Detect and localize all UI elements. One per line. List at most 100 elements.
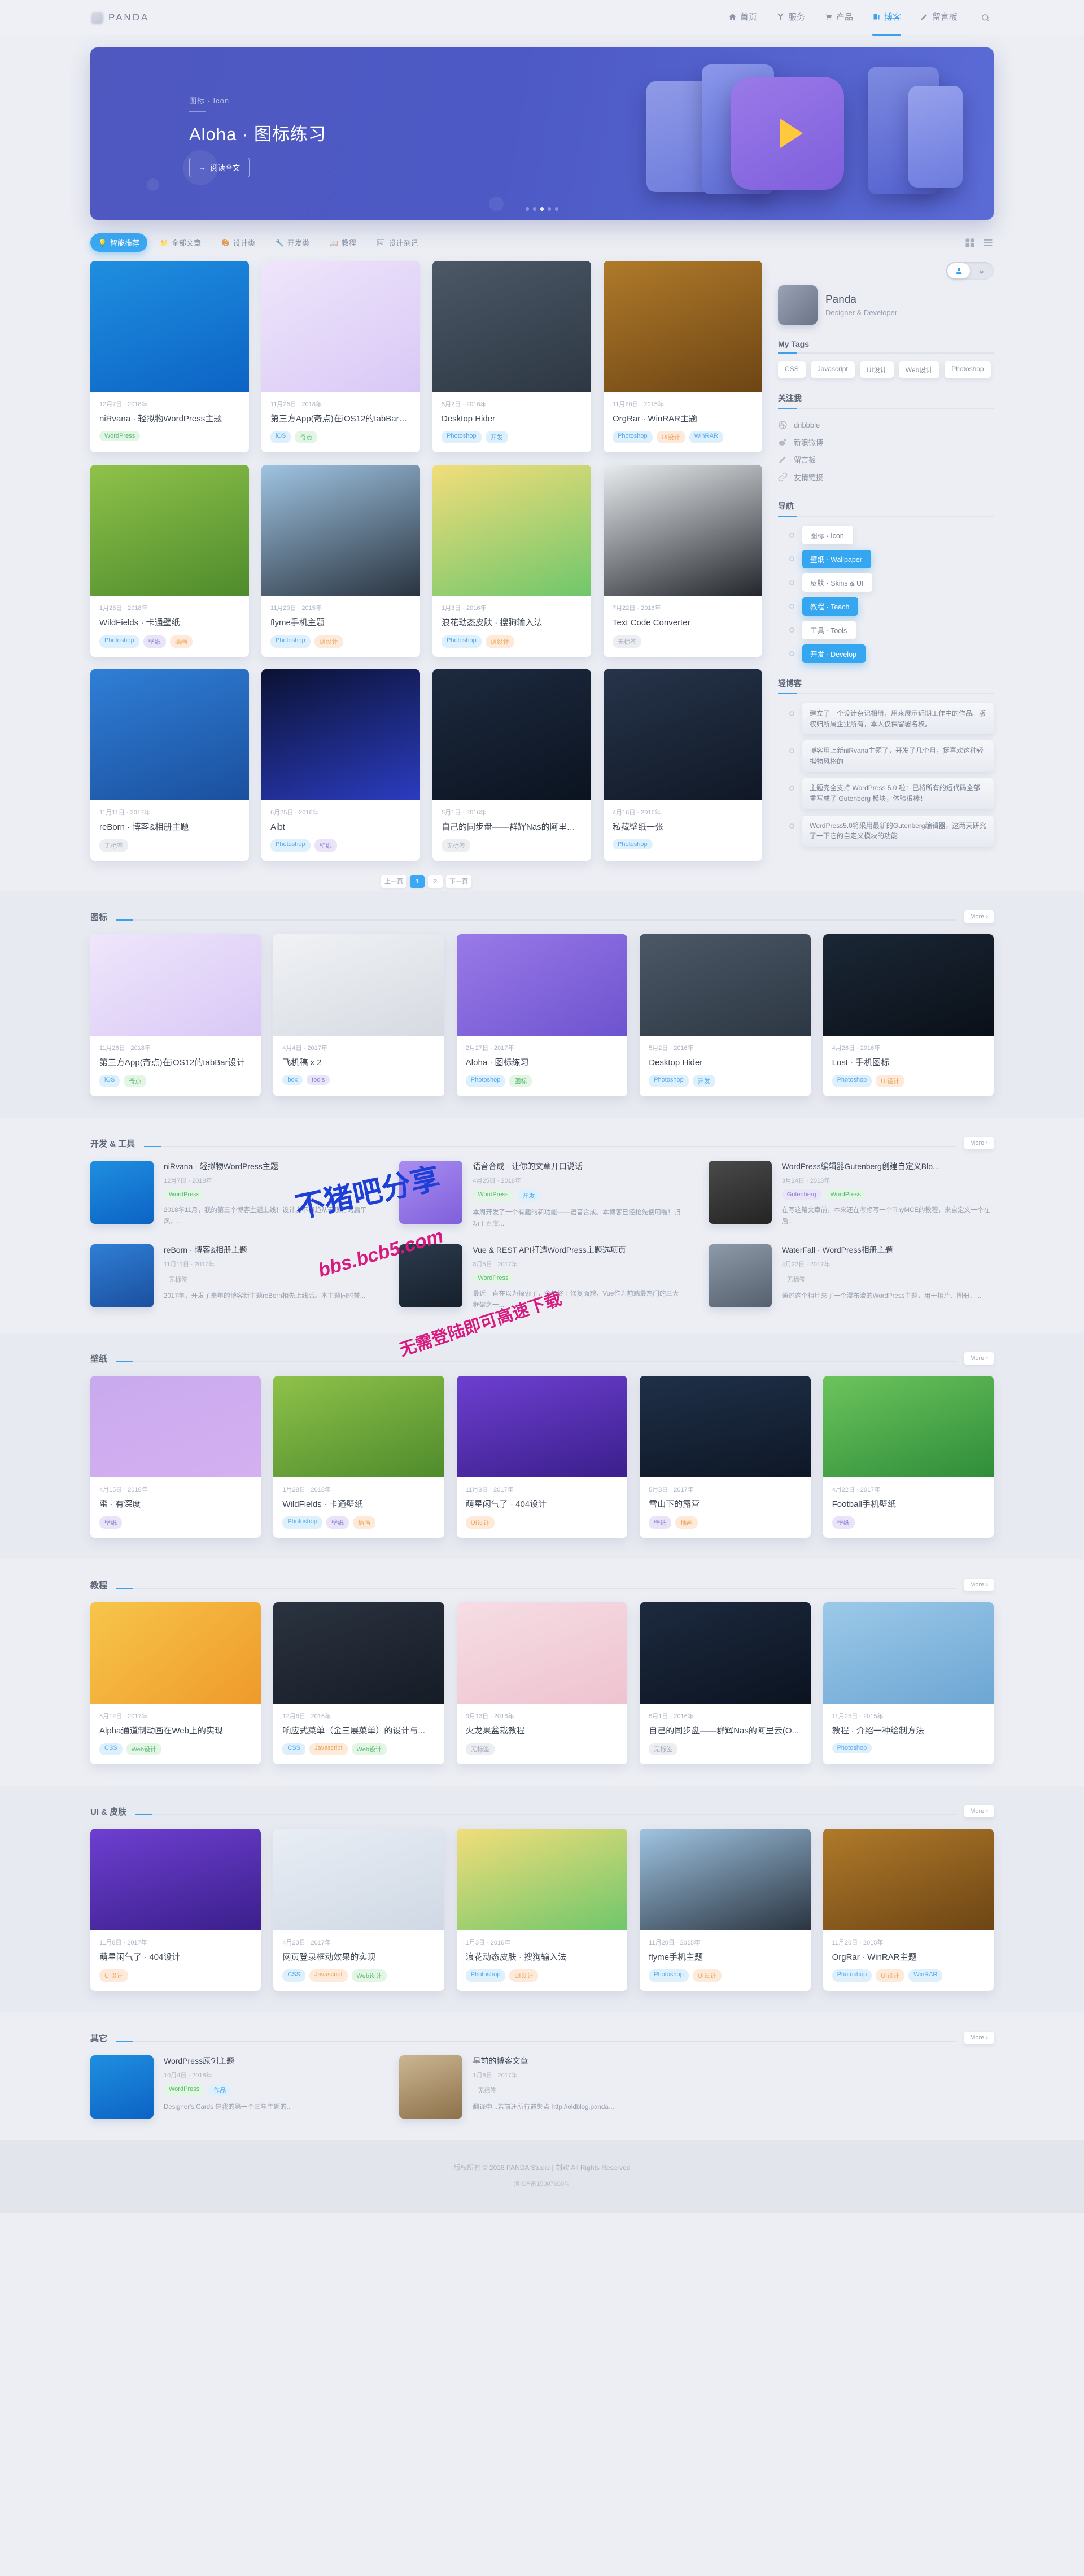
hero-banner[interactable]: 图标 · Icon Aloha · 图标练习 → 阅读全文 xyxy=(90,47,994,220)
tag[interactable]: box xyxy=(282,1075,303,1085)
tag[interactable]: 开发 xyxy=(693,1075,715,1087)
tag[interactable]: WordPress xyxy=(473,1273,513,1283)
list-view-icon[interactable] xyxy=(982,237,994,249)
search-button[interactable] xyxy=(977,9,994,26)
article-card[interactable]: 4月16日 · 2016年 私藏壁纸一张 Photoshop xyxy=(604,669,762,861)
filter-chip-design[interactable]: 🎨设计类 xyxy=(213,233,263,252)
nav-item-product[interactable]: 产品 xyxy=(824,11,853,25)
sidebar-nav-row[interactable]: 壁纸 · Wallpaper xyxy=(784,550,994,568)
article-card[interactable]: 11月26日 · 2018年 第三方App(奇点)在iOS12的tabBar设.… xyxy=(261,261,420,452)
tag[interactable]: 无标签 xyxy=(473,2084,501,2096)
article-card[interactable]: 4月23日 · 2017年 网页登录框动效果的实现 CSSJavascriptW… xyxy=(273,1829,444,1991)
tag[interactable]: UI设计 xyxy=(466,1516,495,1529)
article-card[interactable]: 4月4日 · 2017年 飞机稿 x 2 boxtools xyxy=(273,934,444,1096)
article-card[interactable]: 6月25日 · 2016年 Aibt Photoshop壁纸 xyxy=(261,669,420,861)
article-card[interactable]: 4月26日 · 2016年 Lost · 手机图标 PhotoshopUI设计 xyxy=(823,934,994,1096)
tag[interactable]: Photoshop xyxy=(99,635,139,648)
tag[interactable]: Photoshop xyxy=(270,635,311,648)
carousel-dot[interactable] xyxy=(533,207,536,211)
sidebar-nav-pill[interactable]: 壁纸 · Wallpaper xyxy=(802,550,871,568)
tag[interactable]: CSS xyxy=(282,1743,305,1755)
tag[interactable]: 壁纸 xyxy=(649,1516,671,1529)
sidebar-tag[interactable]: Web设计 xyxy=(899,361,939,378)
tag[interactable]: Web设计 xyxy=(126,1743,161,1755)
tag[interactable]: 开发 xyxy=(486,431,508,443)
tag[interactable]: Photoshop xyxy=(832,1969,872,1982)
tag[interactable]: Photoshop xyxy=(466,1075,506,1087)
tag[interactable]: WordPress xyxy=(164,1189,204,1200)
list-item[interactable]: WaterFall · WordPress相册主题 4月22日 · 2017年 … xyxy=(709,1244,994,1311)
page-button[interactable]: 2 xyxy=(428,875,443,888)
page-button[interactable]: 下一页 xyxy=(446,875,471,888)
section-more-button[interactable]: More › xyxy=(964,1137,994,1149)
list-item[interactable]: WordPress编辑器Gutenberg创建自定义Blo... 3月24日 ·… xyxy=(709,1161,994,1230)
sidebar-nav-row[interactable]: 皮肤 · Skins & UI xyxy=(784,573,994,592)
article-card[interactable]: 11月11日 · 2017年 reBorn · 博客&相册主题 无标签 xyxy=(90,669,249,861)
tag[interactable]: 开发 xyxy=(518,1189,540,1202)
sidebar-tag[interactable]: Photoshop xyxy=(945,361,990,378)
tag[interactable]: 奇点 xyxy=(295,431,317,443)
tag[interactable]: Gutenberg xyxy=(782,1189,821,1200)
page-button[interactable]: 上一页 xyxy=(381,875,406,888)
tag[interactable]: 插画 xyxy=(170,635,193,648)
tag[interactable]: Javascript xyxy=(309,1743,348,1755)
tag[interactable]: WinRAR xyxy=(689,431,723,443)
user-icon[interactable] xyxy=(947,263,970,278)
tag[interactable]: 无标签 xyxy=(442,839,470,852)
tag[interactable]: Web设计 xyxy=(352,1743,387,1755)
section-more-button[interactable]: More › xyxy=(964,1805,994,1817)
sidebar-nav-row[interactable]: 图标 · Icon xyxy=(784,526,994,544)
sidebar-nav-pill[interactable]: 开发 · Develop xyxy=(802,644,866,663)
article-card[interactable]: 2月27日 · 2017年 Aloha · 图标练习 Photoshop图标 xyxy=(457,934,627,1096)
tag[interactable]: Photoshop xyxy=(442,431,482,443)
section-more-button[interactable]: More › xyxy=(964,1579,994,1591)
tag[interactable]: 奇点 xyxy=(124,1075,146,1087)
article-card[interactable]: 12月6日 · 2016年 响应式菜单（金三展菜单）的设计与... CSSJav… xyxy=(273,1602,444,1764)
article-card[interactable]: 5月8日 · 2017年 雪山下的露营 壁纸插画 xyxy=(640,1376,810,1538)
tag[interactable]: 壁纸 xyxy=(314,839,337,852)
sidebar-nav-pill[interactable]: 教程 · Teach xyxy=(802,597,858,616)
list-item[interactable]: niRvana · 轻拟物WordPress主题 12月7日 · 2018年 W… xyxy=(90,1161,375,1230)
tag[interactable]: 插画 xyxy=(675,1516,698,1529)
tag[interactable]: Javascript xyxy=(309,1969,348,1982)
nav-item-blog[interactable]: 博客 xyxy=(872,11,901,25)
article-card[interactable]: 11月20日 · 2015年 flyme手机主题 PhotoshopUI设计 xyxy=(261,465,420,656)
article-card[interactable]: 11月20日 · 2015年 OrgRar · WinRAR主题 Photosh… xyxy=(604,261,762,452)
hero-carousel-dots[interactable] xyxy=(526,207,558,211)
tag[interactable]: 图标 xyxy=(509,1075,532,1087)
tag[interactable]: 壁纸 xyxy=(143,635,166,648)
tag[interactable]: 无标签 xyxy=(613,635,641,648)
sidebar-tag[interactable]: UI设计 xyxy=(860,361,894,378)
list-item[interactable]: WordPress原创主题 10月4日 · 2018年 WordPress作品 … xyxy=(90,2055,375,2119)
article-card[interactable]: 7月22日 · 2016年 Text Code Converter 无标签 xyxy=(604,465,762,656)
article-card[interactable]: 5月2日 · 2016年 Desktop Hider Photoshop开发 xyxy=(640,934,810,1096)
tag[interactable]: WinRAR xyxy=(908,1969,942,1982)
tag[interactable]: 无标签 xyxy=(649,1743,678,1755)
article-card[interactable]: 1月3日 · 2016年 浪花动态皮肤 · 搜狗输入法 PhotoshopUI设… xyxy=(432,465,591,656)
article-card[interactable]: 5月2日 · 2016年 Desktop Hider Photoshop开发 xyxy=(432,261,591,452)
tag[interactable]: 作品 xyxy=(208,2084,231,2096)
nav-item-guestbook[interactable]: 留言板 xyxy=(920,11,958,25)
tag[interactable]: UI设计 xyxy=(876,1969,904,1982)
tag[interactable]: Web设计 xyxy=(352,1969,387,1982)
sidebar-nav-row[interactable]: 教程 · Teach xyxy=(784,597,994,616)
nav-item-service[interactable]: 服务 xyxy=(776,11,805,25)
tag[interactable]: WordPress xyxy=(473,1189,513,1202)
tag[interactable]: tools xyxy=(307,1075,330,1085)
link-weibo[interactable]: 新浪微博 xyxy=(778,433,994,451)
carousel-dot[interactable] xyxy=(555,207,558,211)
tag[interactable]: CSS xyxy=(282,1969,305,1982)
tag[interactable]: 无标签 xyxy=(466,1743,495,1755)
tag[interactable]: UI设计 xyxy=(99,1969,128,1982)
article-card[interactable]: 11月8日 · 2017年 萌星闲气了 · 404设计 UI设计 xyxy=(457,1376,627,1538)
filter-chip-all[interactable]: 📁全部文章 xyxy=(152,233,209,252)
tag[interactable]: 壁纸 xyxy=(832,1516,855,1529)
sidebar-nav-row[interactable]: 工具 · Tools xyxy=(784,621,994,639)
list-item[interactable]: Vue & REST API打造WordPress主题选项页 8月5日 · 20… xyxy=(399,1244,684,1311)
hero-read-more-button[interactable]: → 阅读全文 xyxy=(189,158,250,177)
tag[interactable]: UI设计 xyxy=(876,1075,904,1087)
article-card[interactable]: 11月20日 · 2015年 flyme手机主题 PhotoshopUI设计 xyxy=(640,1829,810,1991)
carousel-dot[interactable] xyxy=(548,207,551,211)
article-card[interactable]: 11月20日 · 2015年 OrgRar · WinRAR主题 Photosh… xyxy=(823,1829,994,1991)
tag[interactable]: 壁纸 xyxy=(99,1516,122,1529)
